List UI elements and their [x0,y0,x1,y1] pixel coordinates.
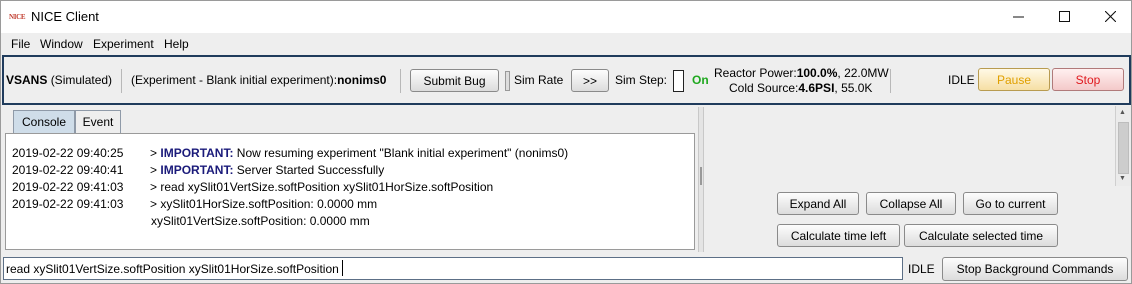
reactor-power-value: 100.0% [796,66,838,80]
reactor-power-label: Reactor Power: [714,66,797,80]
toolbar-divider [890,69,891,93]
scroll-down-icon[interactable]: ▼ [1119,175,1126,182]
go-to-current-button[interactable]: Go to current [963,192,1058,215]
calculate-selected-time-button[interactable]: Calculate selected time [904,224,1058,247]
window-title: NICE Client [31,9,99,24]
maximize-icon [1058,10,1070,22]
log-arrow: > [150,146,158,160]
log-tag: IMPORTANT: [160,163,234,177]
server-status: IDLE [948,73,975,87]
title-bar: NICE NICE Client [1,1,1131,33]
menu-file[interactable]: File [11,37,30,51]
menu-help[interactable]: Help [164,37,189,51]
event-controls-panel: Expand All Collapse All Go to current Ca… [705,106,1115,252]
log-line: 2019-02-22 09:40:25 > IMPORTANT: Now resu… [12,146,568,160]
maximize-button[interactable] [1041,1,1087,31]
log-tag: IMPORTANT: [160,146,234,160]
cold-source-label: Cold Source: [729,81,799,95]
minimize-button[interactable] [995,1,1041,31]
menu-bar: File Window Experiment Help [1,33,1131,54]
calculate-time-left-button[interactable]: Calculate time left [777,224,900,247]
status-toolbar: VSANS (Simulated) (Experiment - Blank in… [2,55,1131,105]
text-caret [342,260,343,276]
log-line: xySlit01VertSize.softPosition: 0.0000 mm [151,214,370,228]
tab-event[interactable]: Event [75,110,121,133]
tab-console[interactable]: Console [13,110,75,133]
submit-bug-button[interactable]: Submit Bug [410,69,499,92]
experiment-id: nonims0 [337,73,387,87]
nice-client-window: NICE NICE Client File Window Experiment … [0,0,1132,284]
close-button[interactable] [1087,1,1132,31]
log-timestamp: 2019-02-22 09:41:03 [12,180,124,194]
log-line: 2019-02-22 09:41:03 > xySlit01HorSize.sof… [12,197,377,211]
command-input[interactable] [3,257,903,280]
sim-step-indicator[interactable] [673,70,684,92]
log-timestamp: 2019-02-22 09:40:25 [12,146,124,160]
stop-background-commands-button[interactable]: Stop Background Commands [942,257,1128,281]
menu-experiment[interactable]: Experiment [93,37,154,51]
panel-splitter[interactable] [698,107,704,252]
expand-all-button[interactable]: Expand All [777,192,859,215]
scrollbar-thumb[interactable] [1118,122,1129,174]
log-arrow: > [150,163,158,177]
pause-button[interactable]: Pause [978,68,1050,91]
command-status: IDLE [908,262,935,276]
toolbar-divider [121,69,122,93]
sim-rate-button[interactable]: >> [571,69,609,92]
log-line: 2019-02-22 09:40:41 > IMPORTANT: Server S… [12,163,384,177]
log-timestamp: 2019-02-22 09:40:41 [12,163,124,177]
log-message: Now resuming experiment "Blank initial e… [233,146,569,160]
log-message: read xySlit01VertSize.softPosition xySli… [160,180,494,194]
menu-window[interactable]: Window [40,37,83,51]
toolbar-divider [400,69,401,93]
log-message: xySlit01VertSize.softPosition: 0.0000 mm [151,214,370,228]
close-icon [1104,10,1116,22]
sim-rate-label: Sim Rate [514,73,564,87]
log-timestamp: 2019-02-22 09:41:03 [12,197,124,211]
instrument-mode: (Simulated) [50,73,113,87]
log-arrow: > [150,180,158,194]
log-message: Server Started Successfully [233,163,385,177]
cold-source: Cold Source:4.6PSI, 55.0K [729,81,872,95]
minimize-icon [1012,16,1024,17]
cold-source-value: 4.6PSI [798,81,835,95]
log-line: 2019-02-22 09:41:03 > read xySlit01VertSi… [12,180,493,194]
sim-on-status: On [692,73,709,87]
experiment-prefix: (Experiment - Blank initial experiment): [131,73,338,87]
cold-source-temp: , 55.0K [834,81,873,95]
reactor-power-mw: , 22.0MW [837,66,889,80]
console-panel: Console Event 2019-02-22 09:40:25 > IMPOR… [2,106,703,252]
instrument-name: VSANS [6,73,48,87]
log-arrow: > [150,197,158,211]
experiment-label: (Experiment - Blank initial experiment):… [131,73,386,87]
nice-app-icon: NICE [9,13,26,21]
splitter-grip [700,167,702,185]
log-message: xySlit01HorSize.softPosition: 0.0000 mm [160,197,378,211]
instrument-label: VSANS (Simulated) [6,73,112,87]
right-panel-scrollbar[interactable]: ▲ ▼ [1115,106,1131,186]
collapse-all-button[interactable]: Collapse All [866,192,956,215]
scroll-up-icon[interactable]: ▲ [1119,109,1126,116]
toolbar-drag-handle[interactable] [505,71,510,91]
stop-button[interactable]: Stop [1052,68,1124,91]
reactor-power: Reactor Power:100.0%, 22.0MW [714,66,889,80]
sim-step-label: Sim Step: [615,73,668,87]
console-output[interactable]: 2019-02-22 09:40:25 > IMPORTANT: Now resu… [5,133,695,250]
